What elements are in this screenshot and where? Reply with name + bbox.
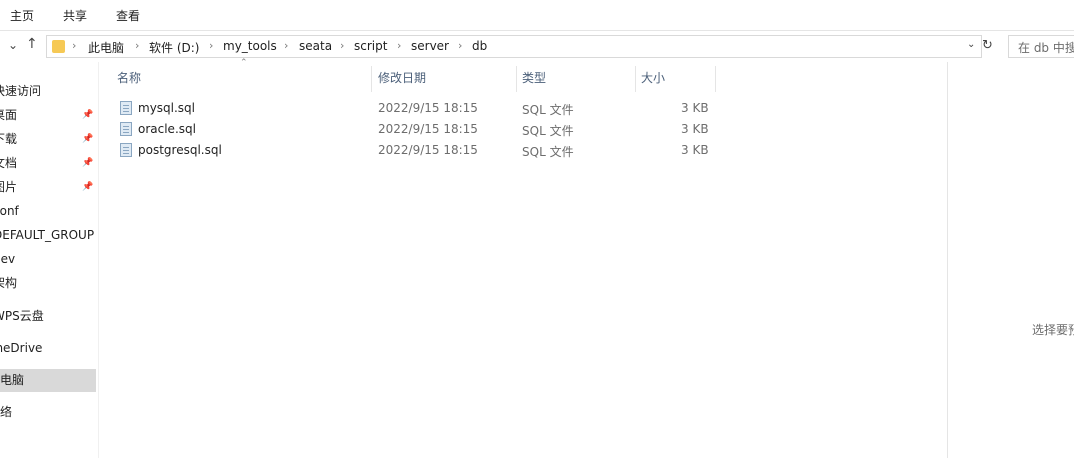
nav-item-pictures[interactable]: 图片📌 (0, 176, 96, 199)
address-dropdown-icon[interactable]: ⌄ (967, 39, 975, 50)
pin-icon: 📌 (82, 182, 94, 192)
chevron-right-icon[interactable]: › (397, 39, 401, 52)
refresh-icon[interactable]: ↻ (982, 38, 993, 53)
folder-icon (52, 40, 65, 53)
file-type: SQL 文件 (522, 124, 574, 138)
column-headers: ⌃ 名称 修改日期 类型 大小 (106, 58, 716, 92)
pin-icon: 📌 (82, 134, 94, 144)
sort-up-icon: ⌃ (240, 58, 248, 68)
breadcrumb-segment[interactable]: server (411, 39, 449, 53)
nav-item-network[interactable]: 网络 (0, 401, 96, 424)
chevron-right-icon[interactable]: › (284, 39, 288, 52)
breadcrumb-segment[interactable]: script (354, 39, 387, 53)
column-divider[interactable] (635, 66, 636, 92)
nav-item-quick-access[interactable]: 快速访问 (0, 80, 96, 103)
pin-icon: 📌 (82, 158, 94, 168)
search-placeholder: 在 db 中搜 (1018, 41, 1074, 55)
preview-message: 选择要预 (1032, 323, 1074, 337)
tab-home[interactable]: 主页 (10, 7, 34, 24)
file-row[interactable]: postgresql.sql 2022/9/15 18:15 SQL 文件 3 … (112, 140, 722, 161)
breadcrumb-segment[interactable]: seata (299, 39, 332, 53)
file-row[interactable]: oracle.sql 2022/9/15 18:15 SQL 文件 3 KB (112, 119, 722, 140)
file-modified: 2022/9/15 18:15 (378, 143, 478, 157)
sql-file-icon (120, 122, 132, 136)
file-modified: 2022/9/15 18:15 (378, 101, 478, 115)
file-row[interactable]: mysql.sql 2022/9/15 18:15 SQL 文件 3 KB (112, 98, 722, 119)
file-type: SQL 文件 (522, 103, 574, 117)
nav-item-onedrive[interactable]: OneDrive (0, 337, 96, 360)
file-size: 3 KB (681, 122, 709, 136)
chevron-right-icon[interactable]: › (458, 39, 462, 52)
column-divider[interactable] (715, 66, 716, 92)
address-row: ⌄ ↑ › 此电脑 › 软件 (D:) › my_tools › seata ›… (0, 31, 1074, 61)
ribbon: 主页 共享 查看 (0, 0, 1074, 31)
breadcrumb-segment[interactable]: my_tools (223, 39, 277, 53)
breadcrumb-segment[interactable]: 此电脑 (88, 39, 124, 56)
address-bar[interactable]: › 此电脑 › 软件 (D:) › my_tools › seata › scr… (46, 35, 982, 58)
nav-item-architecture[interactable]: 架构 (0, 272, 96, 295)
nav-item-this-pc[interactable]: 此电脑 (0, 369, 96, 392)
nav-item-desktop[interactable]: 桌面📌 (0, 104, 96, 127)
file-name: oracle.sql (138, 122, 196, 136)
column-header-size[interactable]: 大小 (641, 64, 665, 92)
tab-share[interactable]: 共享 (63, 7, 87, 24)
file-modified: 2022/9/15 18:15 (378, 122, 478, 136)
navigation-pane: 快速访问 桌面📌 下载📌 文档📌 图片📌 conf DEFAULT_GROUP … (0, 62, 99, 458)
nav-item-downloads[interactable]: 下载📌 (0, 128, 96, 151)
up-arrow-icon[interactable]: ↑ (26, 36, 38, 52)
nav-item-default-group[interactable]: DEFAULT_GROUP (0, 224, 96, 247)
chevron-right-icon[interactable]: › (209, 39, 213, 52)
file-name: mysql.sql (138, 101, 196, 115)
file-type: SQL 文件 (522, 145, 574, 159)
tab-view[interactable]: 查看 (116, 7, 140, 24)
file-size: 3 KB (681, 143, 709, 157)
column-divider[interactable] (371, 66, 372, 92)
breadcrumb-segment[interactable]: db (472, 39, 487, 53)
column-header-type[interactable]: 类型 (522, 64, 546, 92)
column-header-name[interactable]: 名称 (117, 64, 141, 92)
chevron-right-icon[interactable]: › (340, 39, 344, 52)
chevron-right-icon[interactable]: › (72, 39, 76, 52)
breadcrumb-segment[interactable]: 软件 (D:) (149, 39, 199, 56)
file-size: 3 KB (681, 101, 709, 115)
sql-file-icon (120, 101, 132, 115)
nav-item-documents[interactable]: 文档📌 (0, 152, 96, 175)
column-header-modified[interactable]: 修改日期 (378, 64, 426, 92)
column-divider[interactable] (516, 66, 517, 92)
nav-item-wps-cloud[interactable]: WPS云盘 (0, 305, 96, 328)
nav-item-dev[interactable]: dev (0, 248, 96, 271)
pin-icon: 📌 (82, 110, 94, 120)
search-input[interactable]: 在 db 中搜 (1008, 35, 1074, 58)
chevron-down-icon[interactable]: ⌄ (8, 38, 18, 52)
nav-item-conf[interactable]: conf (0, 200, 96, 223)
chevron-right-icon[interactable]: › (135, 39, 139, 52)
file-name: postgresql.sql (138, 143, 222, 157)
preview-pane: 选择要预 (947, 62, 1074, 458)
sql-file-icon (120, 143, 132, 157)
